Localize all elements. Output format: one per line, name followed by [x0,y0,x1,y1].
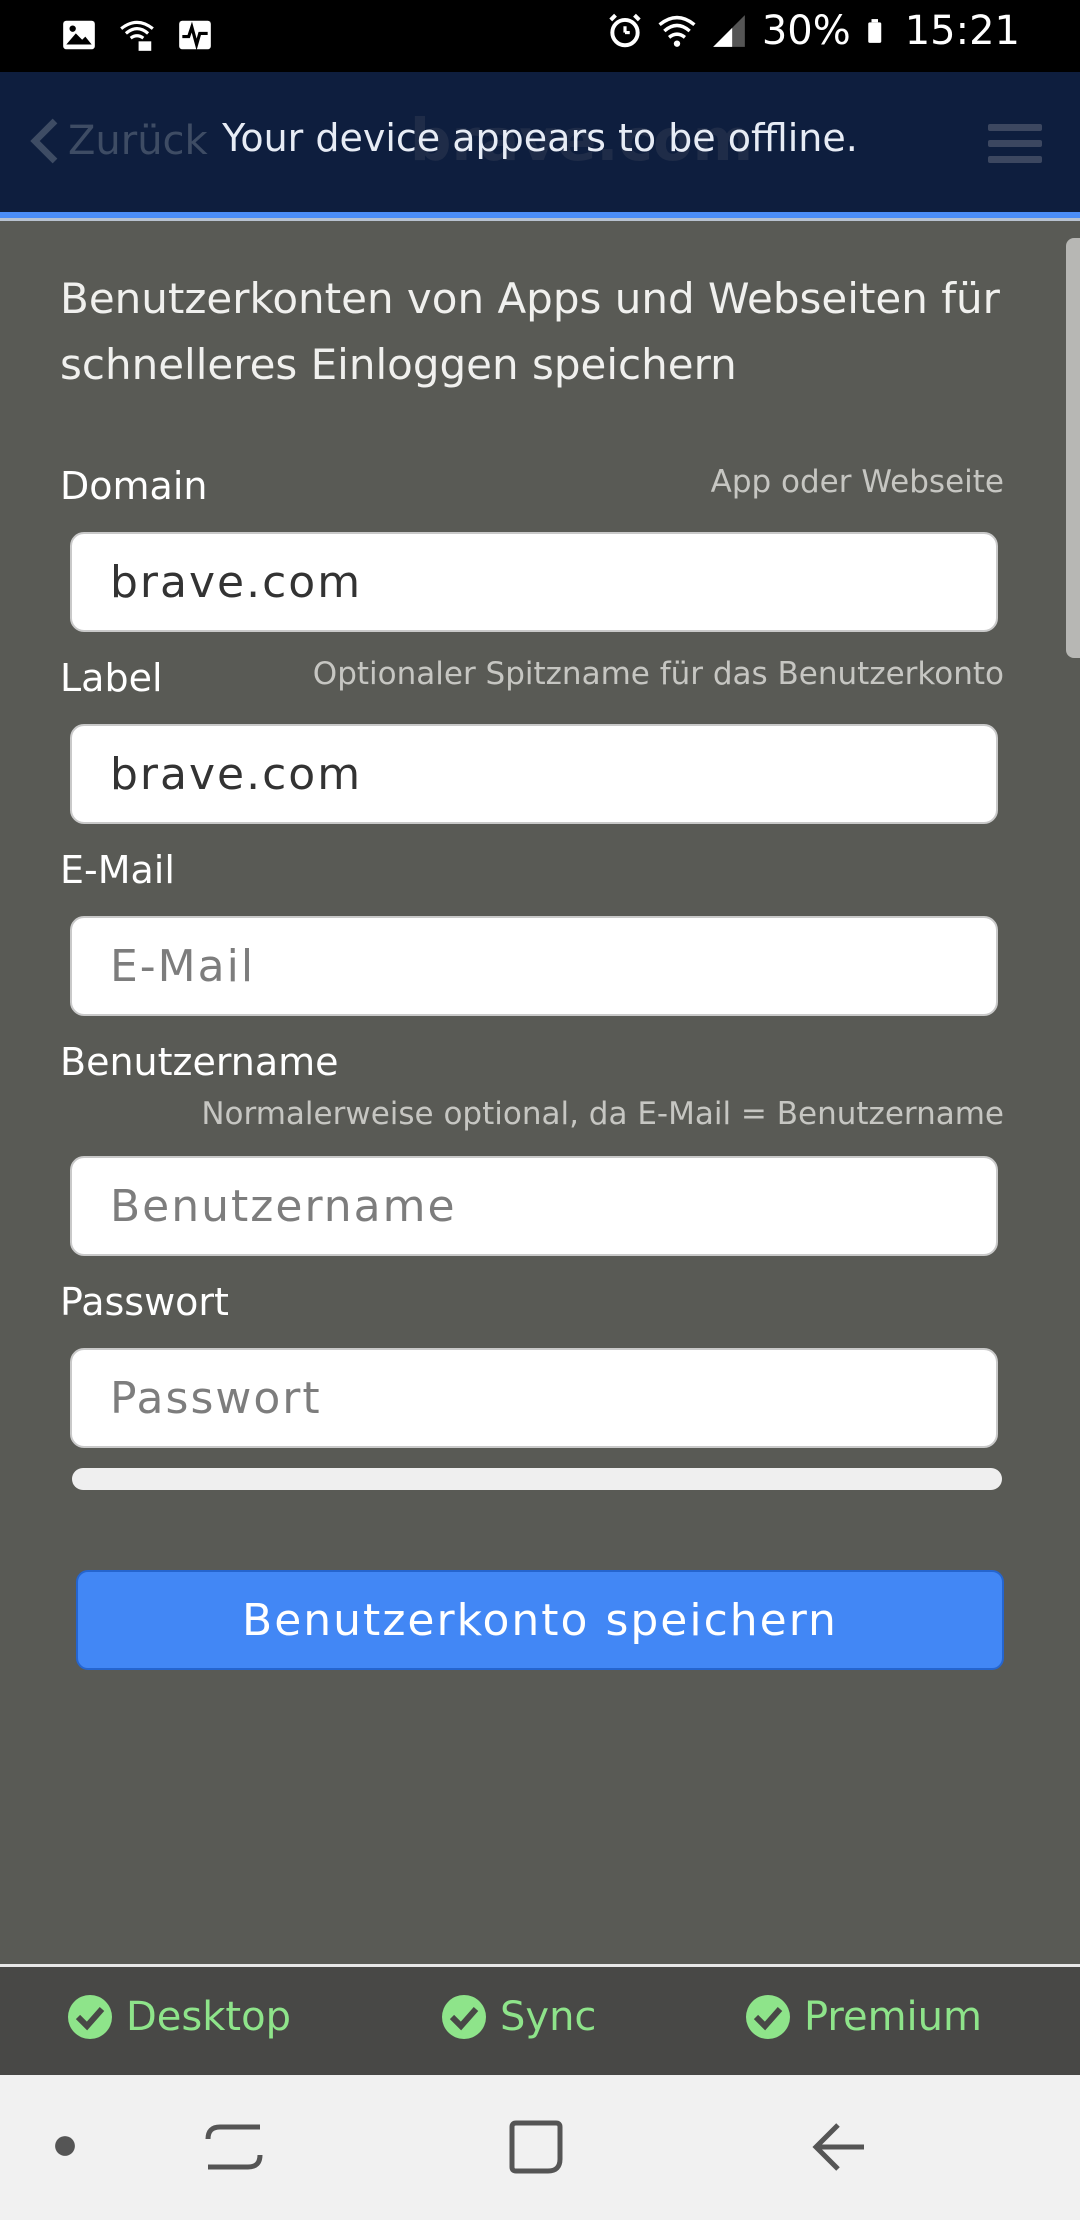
offline-banner: Your device appears to be offline. [222,116,858,160]
email-input[interactable] [70,916,998,1016]
password-label: Passwort [60,1280,229,1324]
wifi-icon [658,15,696,47]
password-strength-bar [72,1468,1002,1490]
hamburger-menu-icon[interactable] [988,124,1042,164]
status-bar: 30% 15:21 [0,0,1080,72]
domain-label: Domain [60,464,208,508]
check-circle-icon [442,1995,486,2039]
domain-input[interactable] [70,532,998,632]
battery-percent: 30% [761,8,851,54]
domain-hint: App oder Webseite [710,464,1004,500]
system-navigation-bar [0,2075,1080,2220]
back-nav-icon[interactable] [812,2121,868,2173]
label-label: Label [60,656,163,700]
save-account-button[interactable]: Benutzerkonto speichern [76,1570,1004,1670]
gallery-icon [63,20,95,50]
app-header: Zurück brave.com Your device appears to … [0,72,1080,212]
clock: 15:21 [904,8,1020,54]
feature-label: Desktop [126,1994,291,2040]
email-label: E-Mail [60,848,175,892]
feature-desktop: Desktop [66,1993,291,2041]
label-input[interactable] [70,724,998,824]
battery-icon [867,19,881,43]
signal-icon [712,15,745,47]
check-circle-icon [68,1995,112,2039]
feature-sync: Sync [440,1993,596,2041]
check-circle-icon [746,1995,790,2039]
alarm-icon [609,13,641,48]
feature-label: Sync [500,1994,597,2040]
header-divider [0,218,1080,221]
activity-icon [179,20,211,51]
label-hint: Optionaler Spitzname für das Benutzerkon… [312,656,1004,692]
feature-status-bar: Desktop Sync Premium [0,1967,1080,2075]
feature-label: Premium [804,1994,982,2040]
home-icon[interactable] [508,2119,564,2175]
username-hint: Normalerweise optional, da E-Mail = Benu… [201,1096,1004,1132]
wifi-lock-icon [120,20,154,51]
scrollbar[interactable] [1066,238,1080,658]
username-label: Benutzername [60,1040,339,1084]
form-intro: Benutzerkonten von Apps und Webseiten fü… [60,274,1000,389]
dot-icon[interactable] [54,2135,76,2157]
recent-apps-icon[interactable] [204,2119,264,2175]
password-input[interactable] [70,1348,998,1448]
username-input[interactable] [70,1156,998,1256]
feature-premium: Premium [744,1993,982,2041]
